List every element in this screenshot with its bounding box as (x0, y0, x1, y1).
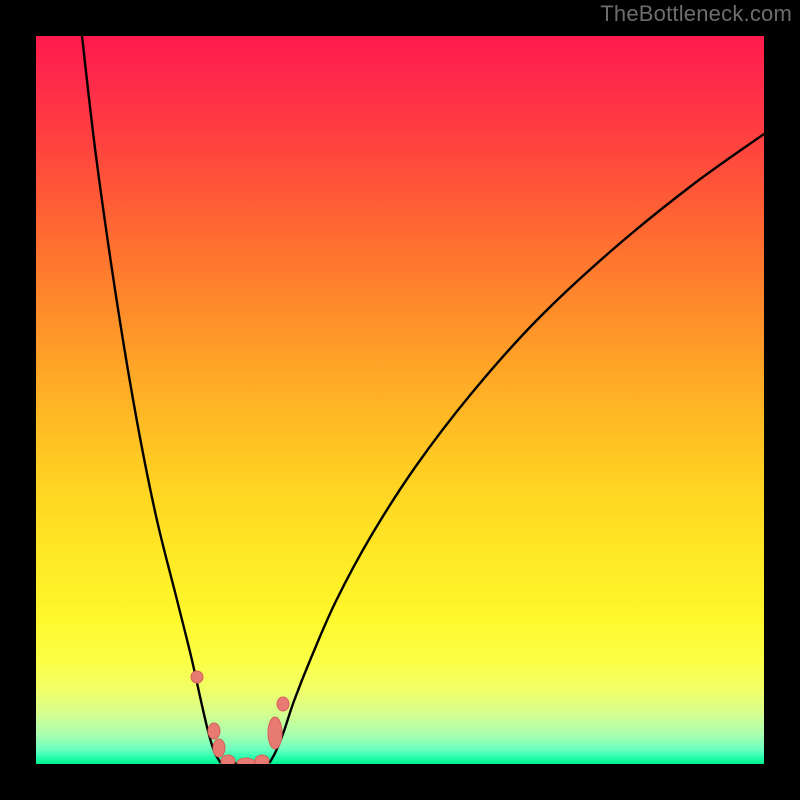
left-top-dot (191, 671, 203, 683)
bottom-dot-1 (221, 755, 235, 764)
curve-layer (36, 36, 764, 764)
right-capsule (268, 717, 282, 749)
bottom-dot-3 (255, 755, 269, 764)
left-dot-2 (213, 739, 225, 757)
chart-frame: TheBottleneck.com (0, 0, 800, 800)
watermark-text: TheBottleneck.com (600, 1, 792, 27)
plot-area (36, 36, 764, 764)
left-dot-1 (208, 723, 220, 739)
bottom-dot-2 (237, 758, 255, 764)
right-top-dot (277, 697, 289, 711)
bottleneck-curve (82, 36, 764, 764)
